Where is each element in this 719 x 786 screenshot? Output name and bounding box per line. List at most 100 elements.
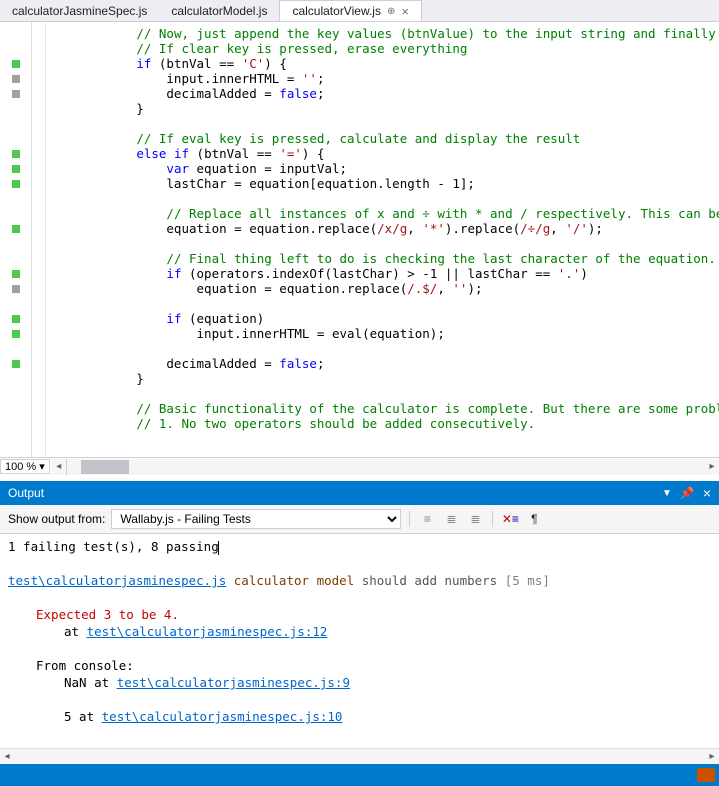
code-line[interactable] [46, 386, 719, 401]
horizontal-scrollbar[interactable] [66, 459, 705, 475]
code-line[interactable]: decimalAdded = false; [46, 86, 719, 101]
code-line[interactable] [46, 116, 719, 131]
clear-icon[interactable]: ✕≡ [501, 510, 519, 528]
spec-time: [5 ms] [505, 573, 550, 588]
output-toolbar: Show output from: Wallaby.js - Failing T… [0, 505, 719, 534]
scroll-right-icon[interactable]: ▸ [705, 749, 719, 764]
console-prefix: 5 at [64, 709, 102, 724]
coverage-marker [0, 101, 31, 116]
output-panel-title: Output ▼ 📌 × [0, 481, 719, 505]
word-wrap-icon[interactable]: ¶ [525, 510, 543, 528]
indent-left-icon[interactable]: ≡ [418, 510, 436, 528]
code-area[interactable]: // Now, just append the key values (btnV… [46, 22, 719, 457]
coverage-marker [0, 236, 31, 251]
expect-location-link[interactable]: test\calculatorjasminespec.js:12 [87, 624, 328, 639]
coverage-marker [0, 161, 31, 176]
output-source-select[interactable]: Wallaby.js - Failing Tests [111, 509, 401, 529]
code-line[interactable]: // Final thing left to do is checking th… [46, 251, 719, 266]
output-body[interactable]: 1 failing test(s), 8 passing test\calcul… [0, 534, 719, 748]
console-link[interactable]: test\calculatorjasminespec.js:10 [102, 709, 343, 724]
tab-label: calculatorModel.js [171, 4, 267, 18]
collapse-gutter [32, 22, 46, 457]
zoom-select[interactable]: 100 % ▾ [0, 459, 50, 474]
coverage-marker [0, 71, 31, 86]
code-line[interactable]: input.innerHTML = eval(equation); [46, 326, 719, 341]
coverage-marker [0, 416, 31, 431]
code-line[interactable]: lastChar = equation[equation.length - 1]… [46, 176, 719, 191]
dropdown-icon[interactable]: ▼ [662, 488, 672, 499]
source-label: Show output from: [8, 512, 105, 526]
code-line[interactable]: else if (btnVal == '=') { [46, 146, 719, 161]
tab-calculator-model[interactable]: calculatorModel.js [159, 0, 279, 21]
tab-jasmine-spec[interactable]: calculatorJasmineSpec.js [0, 0, 159, 21]
spec-name: calculator model [234, 573, 354, 588]
marker-gutter [0, 22, 32, 457]
code-line[interactable]: input.innerHTML = ''; [46, 71, 719, 86]
pin-icon[interactable]: ⊕ [387, 6, 395, 17]
code-line[interactable]: // If eval key is pressed, calculate and… [46, 131, 719, 146]
status-bar [0, 764, 719, 786]
coverage-marker [0, 146, 31, 161]
coverage-marker [0, 206, 31, 221]
code-line[interactable] [46, 296, 719, 311]
coverage-marker [0, 371, 31, 386]
indent-more-icon[interactable]: ≣ [442, 510, 460, 528]
code-line[interactable]: // Replace all instances of x and ÷ with… [46, 206, 719, 221]
scrollbar-thumb[interactable] [81, 460, 129, 474]
expect-message: Expected 3 to be 4. [36, 607, 179, 622]
editor-tabs: calculatorJasmineSpec.js calculatorModel… [0, 0, 719, 22]
spec-should: should add numbers [362, 573, 497, 588]
console-link[interactable]: test\calculatorjasminespec.js:9 [117, 675, 350, 690]
code-line[interactable]: // 1. No two operators should be added c… [46, 416, 719, 431]
coverage-marker [0, 131, 31, 146]
output-summary: 1 failing test(s), 8 passing [8, 539, 219, 554]
coverage-marker [0, 296, 31, 311]
code-line[interactable]: if (btnVal == 'C') { [46, 56, 719, 71]
coverage-marker [0, 326, 31, 341]
code-line[interactable]: equation = equation.replace(/x/g, '*').r… [46, 221, 719, 236]
scroll-right-icon[interactable]: ▸ [705, 459, 719, 475]
code-line[interactable]: decimalAdded = false; [46, 356, 719, 371]
code-line[interactable]: var equation = inputVal; [46, 161, 719, 176]
pin-icon[interactable]: 📌 [680, 486, 695, 500]
code-line[interactable] [46, 341, 719, 356]
code-line[interactable]: // If clear key is pressed, erase everyt… [46, 41, 719, 56]
coverage-marker [0, 191, 31, 206]
tab-label: calculatorView.js [292, 4, 381, 18]
code-line[interactable]: if (equation) [46, 311, 719, 326]
console-label: From console: [36, 658, 134, 673]
coverage-marker [0, 176, 31, 191]
coverage-marker [0, 341, 31, 356]
coverage-marker [0, 41, 31, 56]
close-icon[interactable]: × [703, 485, 711, 501]
notification-icon[interactable] [697, 768, 715, 782]
coverage-marker [0, 311, 31, 326]
code-line[interactable] [46, 191, 719, 206]
code-line[interactable]: // Basic functionality of the calculator… [46, 401, 719, 416]
tab-calculator-view[interactable]: calculatorView.js ⊕ × [279, 0, 421, 21]
coverage-marker [0, 356, 31, 371]
coverage-marker [0, 386, 31, 401]
coverage-marker [0, 26, 31, 41]
zoom-value: 100 % [5, 461, 36, 473]
scroll-left-icon[interactable]: ◂ [0, 749, 14, 764]
code-line[interactable]: } [46, 371, 719, 386]
coverage-marker [0, 86, 31, 101]
at-label: at [64, 624, 87, 639]
output-title: Output [8, 486, 44, 500]
code-line[interactable]: if (operators.indexOf(lastChar) > -1 || … [46, 266, 719, 281]
code-editor[interactable]: // Now, just append the key values (btnV… [0, 22, 719, 457]
code-line[interactable] [46, 236, 719, 251]
code-line[interactable]: // Now, just append the key values (btnV… [46, 26, 719, 41]
code-line[interactable]: } [46, 101, 719, 116]
console-prefix: NaN at [64, 675, 117, 690]
code-line[interactable]: equation = equation.replace(/.$/, ''); [46, 281, 719, 296]
scroll-left-icon[interactable]: ◂ [52, 459, 66, 475]
coverage-marker [0, 281, 31, 296]
close-icon[interactable]: × [401, 4, 409, 19]
coverage-marker [0, 266, 31, 281]
output-horizontal-scrollbar[interactable]: ◂ ▸ [0, 748, 719, 764]
spec-file-link[interactable]: test\calculatorjasminespec.js [8, 573, 226, 588]
tab-label: calculatorJasmineSpec.js [12, 4, 147, 18]
indent-right-icon[interactable]: ≣ [466, 510, 484, 528]
